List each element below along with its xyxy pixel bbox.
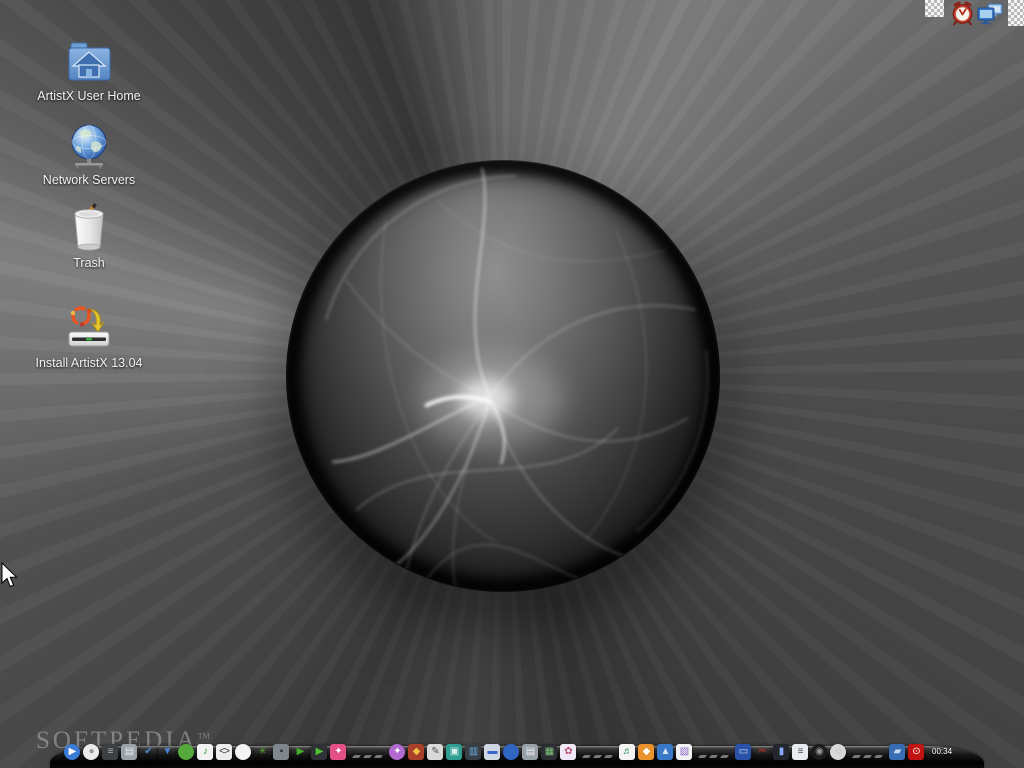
terminal-icon[interactable]: ≡ — [102, 744, 118, 760]
checkmark-icon[interactable]: ✔ — [140, 744, 156, 760]
play-triangle-icon[interactable]: ▶ — [292, 744, 308, 760]
install-cd-icon — [62, 305, 116, 353]
chat-bubble-icon[interactable] — [235, 744, 251, 760]
cd-disc-icon[interactable]: ◌ — [830, 744, 846, 760]
dock-separator — [579, 755, 616, 760]
desktop-icon-label: ArtistX User Home — [14, 89, 164, 103]
pencil-notes-icon[interactable]: ✎ — [427, 744, 443, 760]
network-monitors-icon[interactable] — [976, 3, 1004, 30]
speaker-doc-icon[interactable]: ♬ — [619, 744, 635, 760]
trash-can-icon — [66, 203, 112, 253]
desktop-icon-user-home[interactable]: ArtistX User Home — [14, 40, 164, 103]
media-player-icon[interactable]: ▶ — [64, 744, 80, 760]
desktop-icon-label: Network Servers — [14, 173, 164, 187]
code-editor-icon[interactable]: <> — [216, 744, 232, 760]
power-button-icon[interactable]: ⊙ — [908, 744, 924, 760]
music-file-icon[interactable]: ♪ — [197, 744, 213, 760]
dock-clock: 00:34 — [932, 744, 952, 760]
teal-app-icon[interactable]: ▣ — [446, 744, 462, 760]
dock-items: ▶●≡▤✔▼♪<>✳▪▶▶✦✦◆✎▣▥▬▤▦✿♬◆▲▧▭✂▮≡◉◌▰⊙00:34 — [64, 742, 952, 760]
desktop-icon-network-servers[interactable]: Network Servers — [14, 122, 164, 187]
dock-separator — [349, 755, 386, 760]
wallpaper-sphere — [286, 160, 720, 592]
video-app-icon[interactable]: ▭ — [735, 744, 751, 760]
scissors-icon[interactable]: ✂ — [754, 744, 770, 760]
blue-globe-icon[interactable] — [503, 744, 519, 760]
orange-app-icon[interactable]: ◆ — [638, 744, 654, 760]
desktop-icon-label: Install ArtistX 13.04 — [14, 356, 164, 370]
green-flower-icon[interactable]: ✳ — [254, 744, 270, 760]
cd-player-icon[interactable]: ● — [83, 744, 99, 760]
green-mascot-icon[interactable] — [178, 744, 194, 760]
desktop-screen: ArtistX User Home Network Servers — [0, 0, 1024, 768]
file-manager-icon[interactable]: ▰ — [889, 744, 905, 760]
panel-transparency-left — [925, 0, 944, 17]
dock-separator — [695, 755, 732, 760]
document-viewer-icon[interactable]: ≡ — [792, 744, 808, 760]
desktop-icon-trash[interactable]: Trash — [14, 203, 164, 270]
monitor-color-icon[interactable]: ▥ — [465, 744, 481, 760]
home-folder-icon — [64, 40, 114, 86]
dual-monitor-icon[interactable]: ▮ — [773, 744, 789, 760]
archive-box-icon[interactable]: ▪ — [273, 744, 289, 760]
record-dial-icon[interactable]: ◉ — [811, 744, 827, 760]
megaphone-icon[interactable]: ✦ — [330, 744, 346, 760]
desktop-icon-label: Trash — [14, 256, 164, 270]
screen-capture-icon[interactable]: ▦ — [541, 744, 557, 760]
playlist-icon[interactable]: ▶ — [311, 744, 327, 760]
color-doc-icon[interactable]: ▧ — [676, 744, 692, 760]
wizard-icon[interactable]: ✦ — [389, 744, 405, 760]
sphere-smoke-art — [286, 160, 720, 592]
network-globe-icon — [65, 122, 113, 170]
mouse-cursor-icon — [0, 562, 20, 595]
paint-app-icon[interactable]: ◆ — [408, 744, 424, 760]
alarm-clock-icon[interactable] — [950, 1, 975, 31]
panel-transparency-right — [1008, 0, 1024, 26]
printer-icon[interactable]: ▤ — [121, 744, 137, 760]
monitor-photo-icon[interactable]: ▬ — [484, 744, 500, 760]
art-flower-icon[interactable]: ✿ — [560, 744, 576, 760]
desktop-icon-install[interactable]: Install ArtistX 13.04 — [14, 305, 164, 370]
printer-2-icon[interactable]: ▤ — [522, 744, 538, 760]
blue-tool-icon[interactable]: ▲ — [657, 744, 673, 760]
download-arrow-icon[interactable]: ▼ — [159, 744, 175, 760]
watermark-tm: TM — [198, 732, 210, 741]
dock-separator — [849, 755, 886, 760]
